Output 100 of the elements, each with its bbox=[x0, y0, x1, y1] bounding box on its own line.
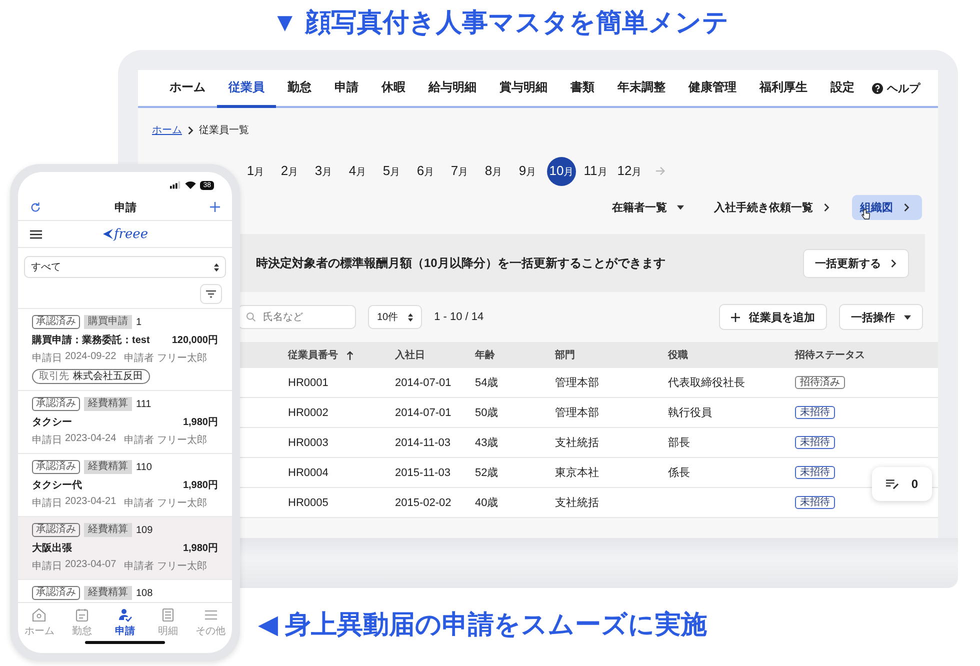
help-link[interactable]: ヘルプ bbox=[887, 80, 920, 96]
house-icon bbox=[32, 608, 46, 622]
wifi-icon bbox=[185, 181, 196, 189]
request-amount: 1,980円 bbox=[182, 416, 218, 429]
nav-tab[interactable]: 福利厚生 bbox=[748, 70, 819, 108]
table-cell-text: 部長 bbox=[668, 436, 691, 450]
table-cell-text: HR0005 bbox=[288, 496, 330, 508]
month-tab[interactable]: 1月 bbox=[241, 156, 270, 186]
chevron-right-icon bbox=[187, 126, 194, 134]
request-list-item[interactable]: 承認済み 経費精算 111 タクシー 1,980円 申請日 2023-04-24 申請者 フリー太郎 bbox=[18, 391, 232, 454]
month-tab[interactable]: 2月 bbox=[275, 156, 304, 186]
nav-tab[interactable]: 年末調整 bbox=[606, 70, 677, 108]
request-amount: 1,980円 bbox=[182, 542, 218, 555]
headline: ◀ 身上異動届の申請をスムーズに実施 bbox=[258, 608, 708, 640]
request-list-item[interactable]: 承認済み 経費精算 108 bbox=[18, 580, 232, 602]
table-cell-text: HR0002 bbox=[288, 406, 330, 418]
applicant-name: フリー太郎 bbox=[157, 352, 208, 365]
month-tab[interactable]: 5月 bbox=[377, 156, 406, 186]
status-tag: 承認済み bbox=[32, 397, 80, 411]
applicant-label: 申請者 bbox=[124, 352, 154, 365]
status-badge: 未招待 bbox=[795, 406, 835, 419]
column-header[interactable]: 部門 bbox=[555, 348, 575, 362]
table-cell-text: 管理本部 bbox=[555, 406, 600, 420]
month-tab[interactable]: 6月 bbox=[411, 156, 440, 186]
month-tab[interactable]: 4月 bbox=[343, 156, 372, 186]
table-cell-text: 2014-07-01 bbox=[395, 406, 452, 418]
add-employee-button[interactable]: 従業員を追加 bbox=[719, 304, 827, 330]
column-header[interactable]: 入社日 bbox=[395, 348, 425, 362]
updown-icon bbox=[214, 262, 219, 272]
logo-text: freee bbox=[114, 226, 148, 242]
request-number: 108 bbox=[136, 588, 153, 598]
status-tag: 承認済み bbox=[32, 460, 80, 474]
date-label: 申請日 bbox=[32, 496, 62, 510]
table-cell-text: 代表取締役社長 bbox=[668, 376, 746, 390]
nav-tab[interactable]: 給与明細 bbox=[417, 70, 488, 108]
status-badge: 未招待 bbox=[795, 436, 835, 449]
request-date: 2023-04-07 bbox=[65, 559, 116, 572]
floating-list-button[interactable]: 0 bbox=[872, 467, 932, 501]
nav-tab[interactable]: 従業員 bbox=[217, 70, 276, 108]
request-number: 110 bbox=[136, 462, 152, 472]
bottom-tab[interactable]: 申請 bbox=[104, 603, 146, 641]
plus-icon[interactable] bbox=[210, 202, 220, 212]
bulk-action-button[interactable]: 一括操作 bbox=[839, 304, 923, 330]
refresh-icon[interactable] bbox=[30, 202, 41, 212]
caret-down-icon bbox=[904, 314, 911, 320]
nav-tab[interactable]: 休暇 bbox=[370, 70, 417, 108]
menu-icon[interactable] bbox=[30, 230, 42, 238]
nav-tab[interactable]: 賞与明細 bbox=[488, 70, 559, 108]
table-cell-text: 52歳 bbox=[475, 466, 500, 480]
nav-tab[interactable]: ホーム bbox=[158, 70, 217, 108]
table-cell-text: 支社統括 bbox=[555, 436, 600, 450]
month-tab[interactable]: 3月 bbox=[309, 156, 338, 186]
filter-button[interactable] bbox=[200, 284, 222, 304]
nav-tab[interactable]: 設定 bbox=[819, 70, 866, 108]
partner-label: 取引先 bbox=[39, 370, 69, 383]
column-header[interactable]: 年齢 bbox=[475, 348, 495, 362]
month-tab[interactable]: 11月 bbox=[581, 156, 610, 186]
partner-name: 株式会社五反田 bbox=[73, 370, 143, 383]
column-header[interactable]: 従業員番号 bbox=[288, 348, 354, 362]
type-tag: 経費精算 bbox=[84, 460, 132, 474]
bulk-update-button[interactable]: 一括更新する bbox=[803, 248, 909, 278]
column-header[interactable]: 役職 bbox=[668, 348, 688, 362]
applicant-name: フリー太郎 bbox=[157, 496, 208, 510]
filter-icon bbox=[206, 290, 216, 298]
nav-tab[interactable]: 書類 bbox=[559, 70, 606, 108]
filter-select[interactable]: すべて bbox=[24, 256, 226, 278]
nav-tab[interactable]: 申請 bbox=[323, 70, 370, 108]
month-tab[interactable]: 8月 bbox=[479, 156, 508, 186]
document-icon bbox=[160, 608, 175, 622]
nav-tab[interactable]: 勤怠 bbox=[276, 70, 323, 108]
month-tab[interactable]: 9月 bbox=[513, 156, 542, 186]
applicant-name: フリー太郎 bbox=[157, 434, 208, 447]
list-edit-icon bbox=[886, 479, 900, 489]
table-cell-text: 管理本部 bbox=[555, 376, 600, 390]
request-title: タクシー代 bbox=[32, 478, 82, 492]
request-list-item[interactable]: 承認済み 購買申請 1 購買申請：業務委託：test 120,000円 申請日 2024-09-22 申請者 フリー太郎 取引先 株式会社五反田 bbox=[18, 309, 232, 391]
applicant-label: 申請者 bbox=[124, 560, 154, 573]
table-cell-text: 50歳 bbox=[475, 406, 500, 420]
sort-up-arrow-icon bbox=[346, 350, 354, 360]
applicant-label: 申請者 bbox=[124, 496, 154, 510]
status-badge: 未招待 bbox=[795, 466, 835, 479]
search-field[interactable]: 氏名など bbox=[238, 305, 356, 329]
nav-tab[interactable]: 健康管理 bbox=[677, 70, 748, 108]
request-list-item[interactable]: 承認済み 経費精算 109 大阪出張 1,980円 申請日 2023-04-07 申請者 フリー太郎 bbox=[18, 517, 232, 580]
applicant-label: 申請者 bbox=[124, 434, 154, 447]
month-tab[interactable]: 10月 bbox=[547, 156, 576, 186]
page-size-select[interactable]: 10件 bbox=[368, 305, 422, 329]
type-tag: 経費精算 bbox=[84, 523, 132, 537]
applicant-name: フリー太郎 bbox=[157, 560, 208, 573]
column-header[interactable]: 招待ステータス bbox=[795, 348, 865, 362]
date-label: 申請日 bbox=[32, 434, 62, 447]
table-cell-text: HR0004 bbox=[288, 466, 330, 478]
month-tab[interactable]: 12月 bbox=[615, 156, 644, 186]
table-cell-text: 執行役員 bbox=[668, 406, 713, 420]
nav-link[interactable]: 入社手続き依頼一覧 bbox=[706, 194, 838, 220]
breadcrumb-link[interactable]: ホーム bbox=[152, 123, 182, 137]
updown-icon bbox=[408, 312, 414, 322]
month-tab[interactable]: 7月 bbox=[445, 156, 474, 186]
nav-link[interactable]: 在籍者一覧 bbox=[604, 194, 692, 220]
chevron-right-icon bbox=[890, 258, 897, 268]
